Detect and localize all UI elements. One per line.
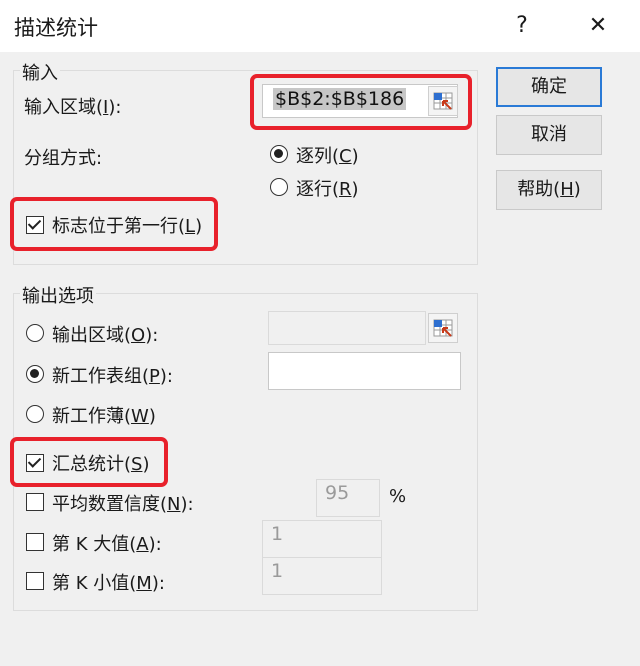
radio-by-rows-label: 逐行(R) [296,179,359,200]
help-title-button[interactable]: ? [502,6,542,46]
kth-smallest-field[interactable]: 1 [262,557,382,595]
radio-by-rows[interactable] [270,178,288,196]
cancel-button[interactable]: 取消 [496,115,602,155]
kth-largest-checkbox[interactable] [26,533,44,551]
output-group-legend: 输出选项 [20,282,96,308]
highlight-input-range [250,74,472,130]
radio-by-columns[interactable] [270,145,288,163]
radio-new-workbook[interactable] [26,405,44,423]
new-sheet-name-field[interactable] [268,352,461,390]
ok-button[interactable]: 确定 [496,67,602,107]
output-range-picker-button[interactable] [428,313,458,343]
radio-by-columns-label: 逐列(C) [296,146,359,167]
grouping-label: 分组方式: [24,148,103,169]
highlight-summary-stats [10,437,168,487]
input-range-label: 输入区域(I): [24,97,122,118]
kth-largest-field[interactable]: 1 [262,520,382,558]
help-button[interactable]: 帮助(H) [496,170,602,210]
highlight-labels-first-row [10,197,218,251]
close-button[interactable]: ✕ [578,6,618,46]
input-group-legend: 输入 [20,59,60,85]
descriptive-statistics-dialog: 描述统计 ? ✕ 输入 输入区域(I): $B$2:$B$186 分组方式: 逐… [0,0,640,666]
title-bar: 描述统计 ? ✕ [0,0,640,52]
kth-largest-label: 第 K 大值(A): [52,534,162,555]
output-range-label: 输出区域(O): [52,325,159,346]
new-sheet-label: 新工作表组(P): [52,366,173,387]
range-picker-icon [433,319,453,337]
radio-new-sheet[interactable] [26,365,44,383]
confidence-checkbox[interactable] [26,493,44,511]
kth-smallest-checkbox[interactable] [26,572,44,590]
dialog-title: 描述统计 [14,16,98,40]
new-workbook-label: 新工作薄(W) [52,406,156,427]
confidence-field[interactable]: 95 [316,479,380,517]
output-range-field[interactable] [268,311,426,345]
confidence-unit: % [389,486,407,507]
confidence-label: 平均数置信度(N): [52,494,194,515]
radio-output-range[interactable] [26,324,44,342]
kth-smallest-label: 第 K 小值(M): [52,573,165,594]
